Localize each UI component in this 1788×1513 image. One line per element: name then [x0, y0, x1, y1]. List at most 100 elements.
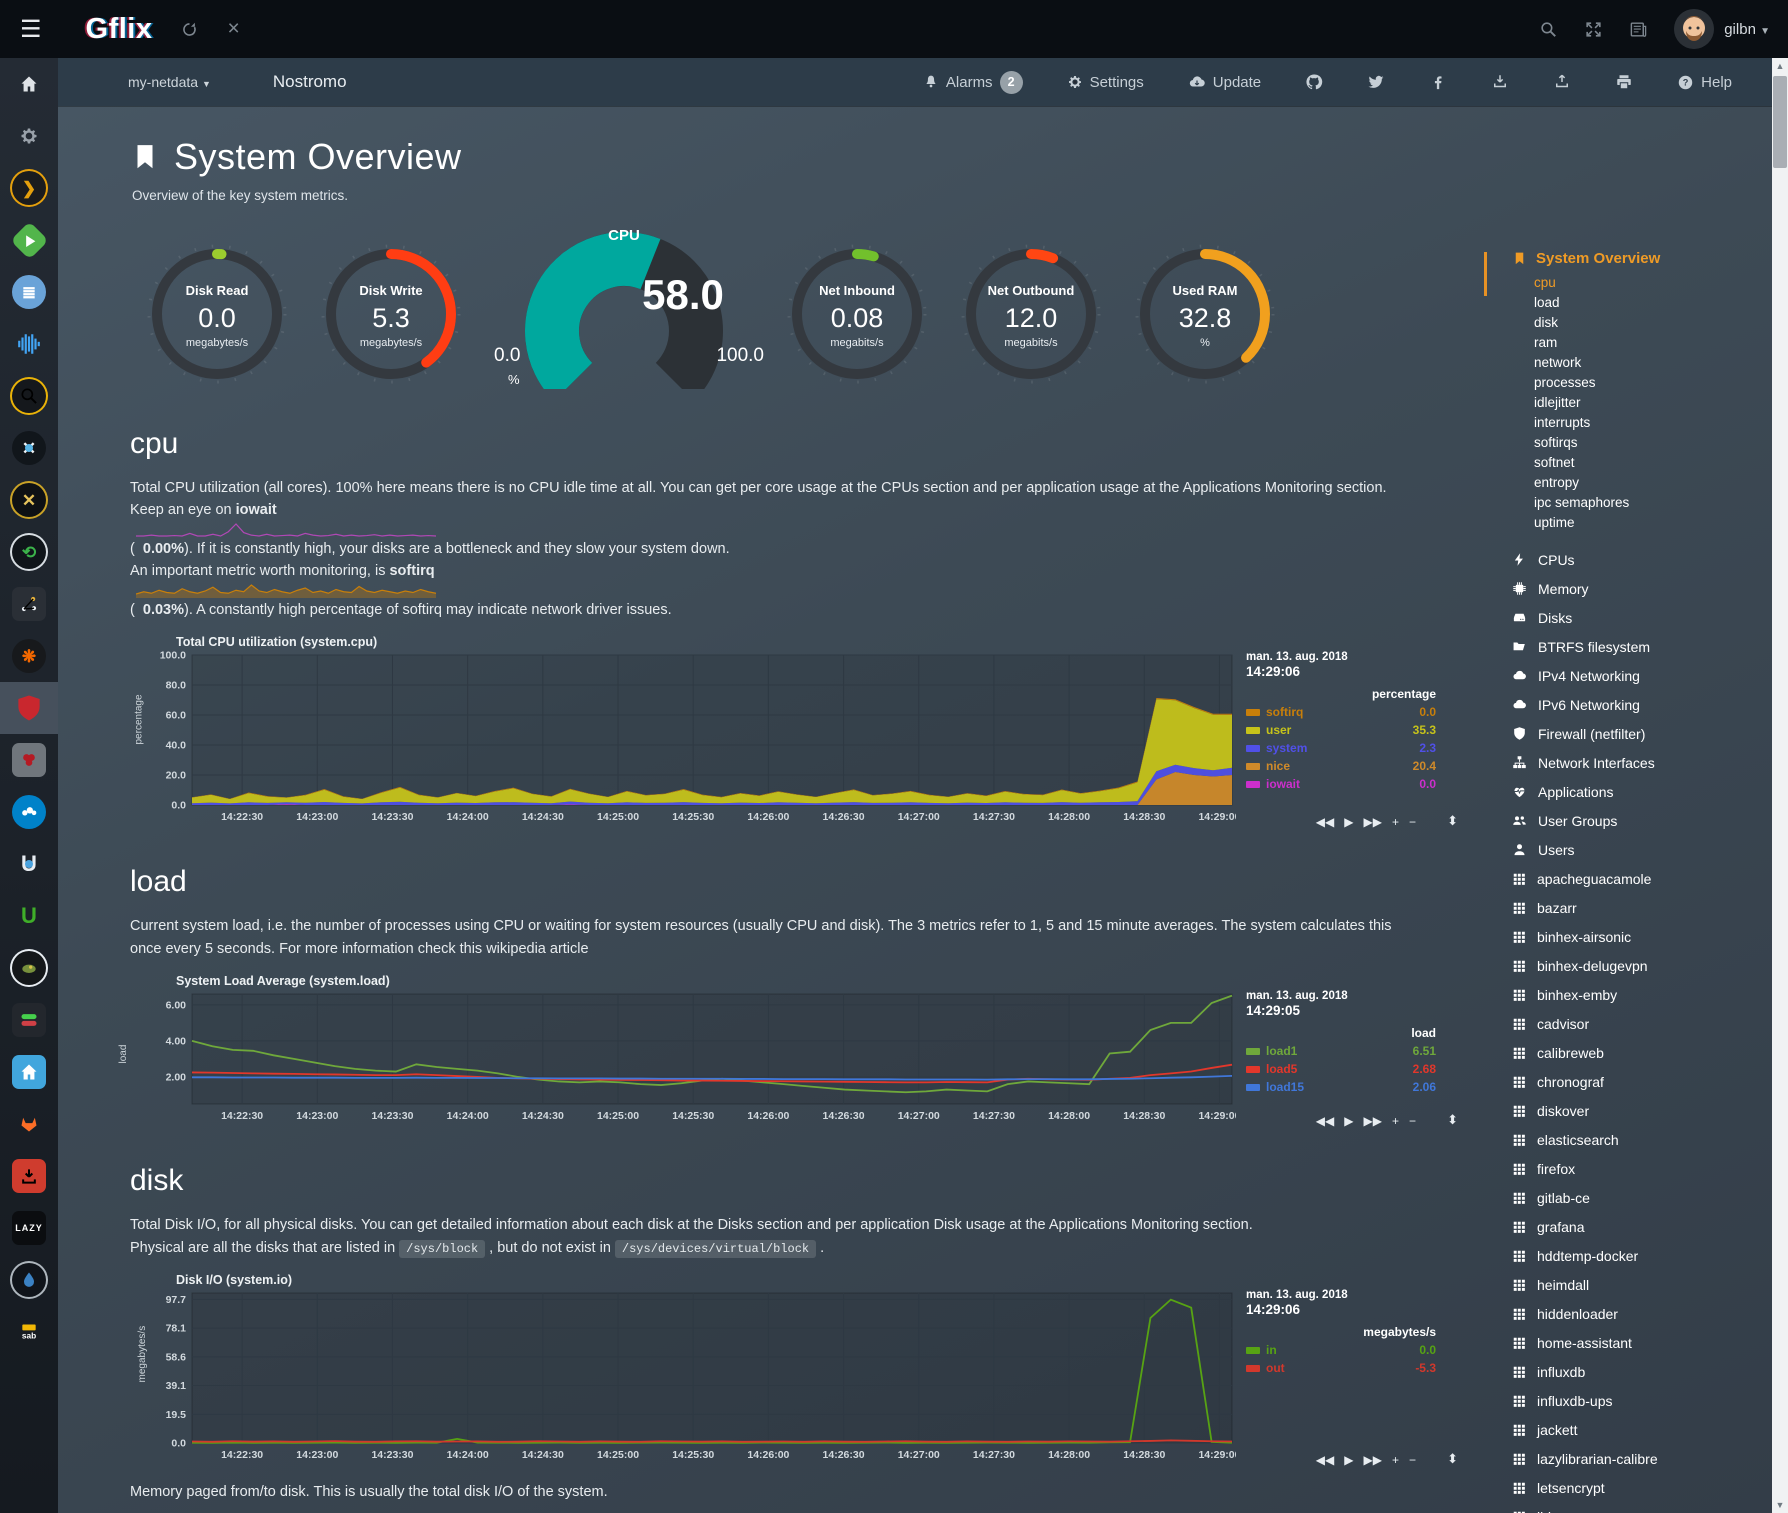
downloader-app-icon[interactable] [0, 1150, 58, 1202]
legend-row[interactable]: load152.06 [1246, 1080, 1436, 1094]
chart-plus-button[interactable]: + [1392, 1114, 1399, 1128]
legend-row[interactable]: nice20.4 [1246, 759, 1436, 773]
legend-row[interactable]: out-5.3 [1246, 1361, 1436, 1375]
load-plot-area[interactable]: 14:22:3014:23:0014:23:3014:24:0014:24:30… [146, 990, 1236, 1126]
chart-play-button[interactable]: ▶ [1344, 815, 1353, 829]
submenu-interrupts[interactable]: interrupts [1534, 413, 1756, 433]
legend-row[interactable]: softirq0.0 [1246, 705, 1436, 719]
nextcloud-icon[interactable] [0, 786, 58, 838]
menu-app-diskover[interactable]: diskover [1512, 1096, 1756, 1125]
update-button[interactable]: Update [1188, 73, 1261, 91]
avatar[interactable] [1674, 9, 1714, 49]
scrollbar[interactable]: ▲ ▼ [1772, 58, 1788, 1513]
menu-disks[interactable]: Disks [1512, 603, 1756, 632]
menu-system-overview[interactable]: System Overview [1512, 250, 1756, 267]
menu-app-letsencrypt[interactable]: letsencrypt [1512, 1473, 1756, 1502]
menu-app-lidarr[interactable]: lidarr [1512, 1502, 1756, 1513]
menu-memory[interactable]: Memory [1512, 574, 1756, 603]
menu-app-grafana[interactable]: grafana [1512, 1212, 1756, 1241]
calibre-web-icon[interactable]: ≣ [0, 266, 58, 318]
chart-play-button[interactable]: ▶ [1344, 1453, 1353, 1467]
settings-gear-icon[interactable] [0, 110, 58, 162]
menu-app-lazylibrarian-calibre[interactable]: lazylibrarian-calibre [1512, 1444, 1756, 1473]
submenu-softnet[interactable]: softnet [1534, 453, 1756, 473]
submenu-entropy[interactable]: entropy [1534, 473, 1756, 493]
submenu-idlejitter[interactable]: idlejitter [1534, 393, 1756, 413]
user-menu[interactable]: gilbn ▼ [1724, 21, 1770, 38]
ubooquity-icon[interactable]: U [0, 838, 58, 890]
menu-firewall-netfilter-[interactable]: Firewall (netfilter) [1512, 719, 1756, 748]
menu-app-binhex-delugevpn[interactable]: binhex-delugevpn [1512, 951, 1756, 980]
menu-app-heimdall[interactable]: heimdall [1512, 1270, 1756, 1299]
menu-app-calibreweb[interactable]: calibreweb [1512, 1038, 1756, 1067]
refresh-icon[interactable] [180, 20, 199, 39]
legend-row[interactable]: in0.0 [1246, 1343, 1436, 1357]
jackett-shield-icon[interactable] [0, 682, 58, 734]
cpu-plot-area[interactable]: 14:22:3014:23:0014:23:3014:24:0014:24:30… [146, 651, 1236, 827]
chart-rewind-button[interactable]: ◀◀ [1316, 1114, 1334, 1128]
chart-minus-button[interactable]: − [1409, 815, 1416, 829]
close-tab-icon[interactable]: × [227, 17, 239, 41]
legend-row[interactable]: load52.68 [1246, 1062, 1436, 1076]
scroll-up-arrow[interactable]: ▲ [1772, 58, 1788, 74]
home-icon[interactable] [0, 58, 58, 110]
netdata-host-dropdown[interactable]: my-netdata ▼ [128, 74, 211, 90]
green-u-app-icon[interactable]: U [0, 890, 58, 942]
help-button[interactable]: ?Help [1677, 74, 1732, 91]
search-icon[interactable] [1539, 20, 1558, 39]
menu-app-influxdb-ups[interactable]: influxdb-ups [1512, 1386, 1756, 1415]
menu-app-jackett[interactable]: jackett [1512, 1415, 1756, 1444]
sabnzbd-icon[interactable]: sab [0, 1306, 58, 1358]
chart-resize-handle[interactable]: ⬍ [1447, 1451, 1458, 1467]
menu-cpus[interactable]: CPUs [1512, 545, 1756, 574]
chart-plus-button[interactable]: + [1392, 815, 1399, 829]
submenu-disk[interactable]: disk [1534, 313, 1756, 333]
water-drop-app-icon[interactable] [0, 1254, 58, 1306]
hamburger-menu-icon[interactable]: ☰ [20, 15, 42, 44]
settings-button[interactable]: Settings [1067, 74, 1144, 91]
menu-applications[interactable]: Applications [1512, 777, 1756, 806]
molecule-app-icon[interactable] [0, 578, 58, 630]
submenu-ipc-semaphores[interactable]: ipc semaphores [1534, 493, 1756, 513]
print-icon[interactable] [1615, 73, 1633, 91]
menu-app-binhex-airsonic[interactable]: binhex-airsonic [1512, 922, 1756, 951]
home-assistant-icon[interactable] [0, 1046, 58, 1098]
menu-app-home-assistant[interactable]: home-assistant [1512, 1328, 1756, 1357]
guacamole-icon[interactable] [0, 942, 58, 994]
chart-resize-handle[interactable]: ⬍ [1447, 813, 1458, 829]
swirl-app-icon[interactable]: ⟲ [0, 526, 58, 578]
lazylibrarian-icon[interactable]: LAZY [0, 1202, 58, 1254]
fullscreen-icon[interactable] [1584, 20, 1603, 39]
submenu-load[interactable]: load [1534, 293, 1756, 313]
menu-ipv4-networking[interactable]: IPv4 Networking [1512, 661, 1756, 690]
chart-forward-button[interactable]: ▶▶ [1364, 815, 1382, 829]
facebook-icon[interactable] [1429, 73, 1447, 91]
berries-app-icon[interactable] [0, 734, 58, 786]
menu-ipv6-networking[interactable]: IPv6 Networking [1512, 690, 1756, 719]
chart-rewind-button[interactable]: ◀◀ [1316, 1453, 1334, 1467]
menu-app-influxdb[interactable]: influxdb [1512, 1357, 1756, 1386]
submenu-ram[interactable]: ram [1534, 333, 1756, 353]
legend-row[interactable]: iowait0.0 [1246, 777, 1436, 791]
export-icon[interactable] [1553, 73, 1571, 91]
chart-forward-button[interactable]: ▶▶ [1364, 1453, 1382, 1467]
emby-icon[interactable] [0, 214, 58, 266]
scroll-down-arrow[interactable]: ▼ [1772, 1497, 1788, 1513]
airsonic-icon[interactable] [0, 318, 58, 370]
menu-app-binhex-emby[interactable]: binhex-emby [1512, 980, 1756, 1009]
diskover-icon[interactable] [0, 370, 58, 422]
pinwheel-app-icon[interactable]: ✕ [0, 422, 58, 474]
alarms-button[interactable]: Alarms2 [923, 71, 1023, 94]
menu-app-chronograf[interactable]: chronograf [1512, 1067, 1756, 1096]
github-icon[interactable] [1305, 73, 1323, 91]
menu-app-hiddenloader[interactable]: hiddenloader [1512, 1299, 1756, 1328]
grafana-icon[interactable]: ❋ [0, 630, 58, 682]
menu-app-apacheguacamole[interactable]: apacheguacamole [1512, 864, 1756, 893]
submenu-uptime[interactable]: uptime [1534, 513, 1756, 533]
menu-network-interfaces[interactable]: Network Interfaces [1512, 748, 1756, 777]
scrollbar-thumb[interactable] [1773, 76, 1787, 168]
chart-minus-button[interactable]: − [1409, 1114, 1416, 1128]
import-icon[interactable] [1491, 73, 1509, 91]
menu-app-elasticsearch[interactable]: elasticsearch [1512, 1125, 1756, 1154]
menu-user-groups[interactable]: User Groups [1512, 806, 1756, 835]
